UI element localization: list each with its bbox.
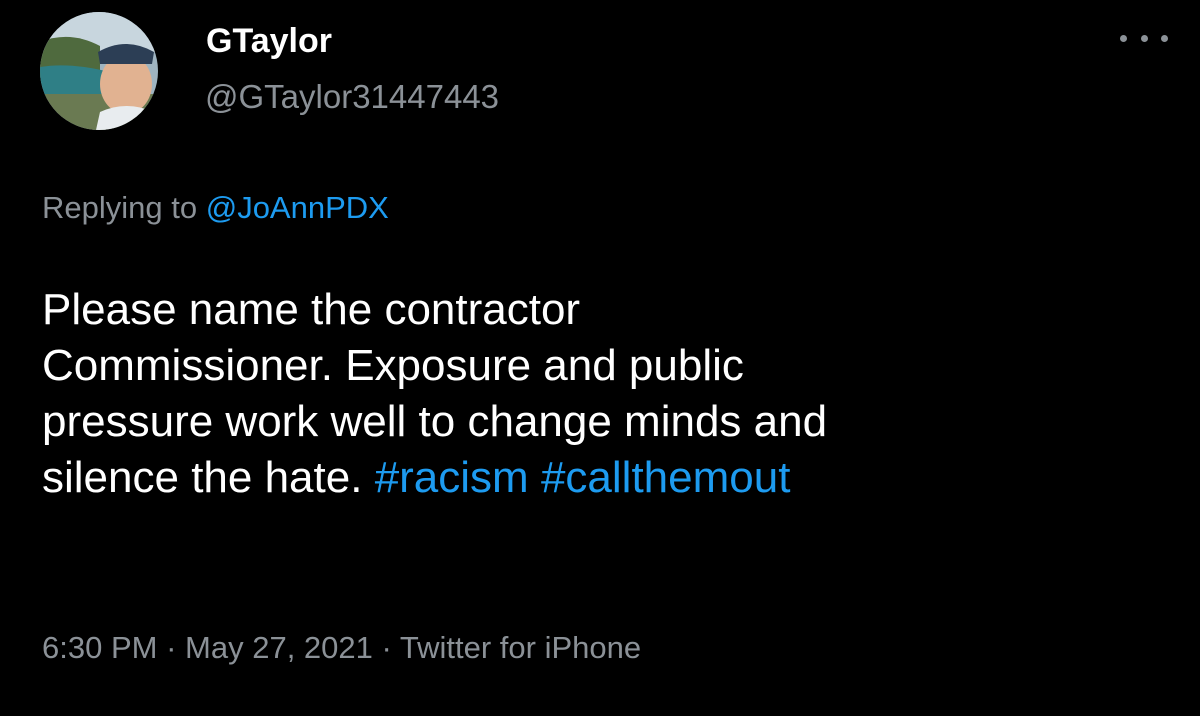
tweet-text-line: pressure work well to change minds and bbox=[42, 396, 828, 446]
tweet-date[interactable]: May 27, 2021 bbox=[185, 630, 373, 665]
hashtag-callthemout[interactable]: #callthemout bbox=[541, 453, 790, 502]
meta-separator: · bbox=[381, 630, 392, 665]
dot bbox=[1161, 34, 1168, 42]
tweet-text-line-last: silence the hate. #racism #callthemout bbox=[42, 450, 1162, 506]
tweet-text-fragment: silence the hate. bbox=[42, 452, 363, 502]
dot bbox=[1140, 34, 1148, 42]
tweet-text-line: Please name the contractor bbox=[42, 285, 581, 334]
tweet-time[interactable]: 6:30 PM bbox=[42, 630, 157, 665]
dot bbox=[1120, 34, 1127, 42]
tweet-text: Please name the contractor Commissioner.… bbox=[42, 282, 1162, 506]
meta-separator: · bbox=[166, 630, 177, 665]
tweet-text-line: Commissioner. Exposure and public bbox=[42, 340, 744, 390]
replying-label: Replying to bbox=[42, 190, 198, 225]
ellipsis-icon[interactable] bbox=[1120, 26, 1168, 50]
tweet-meta: 6:30 PM · May 27, 2021 · Twitter for iPh… bbox=[42, 630, 641, 666]
avatar[interactable] bbox=[40, 12, 158, 130]
tweet-detail: GTaylor @GTaylor31447443 Replying to @Jo… bbox=[0, 0, 1200, 716]
user-handle[interactable]: @GTaylor31447443 bbox=[205, 78, 499, 116]
hashtag-racism[interactable]: #racism bbox=[375, 453, 529, 502]
profile-photo-icon bbox=[40, 12, 158, 130]
tweet-source-link[interactable]: Twitter for iPhone bbox=[400, 630, 641, 665]
replying-to: Replying to @JoAnnPDX bbox=[42, 190, 389, 226]
reply-mention-link[interactable]: @JoAnnPDX bbox=[206, 190, 389, 225]
display-name[interactable]: GTaylor bbox=[206, 22, 332, 61]
